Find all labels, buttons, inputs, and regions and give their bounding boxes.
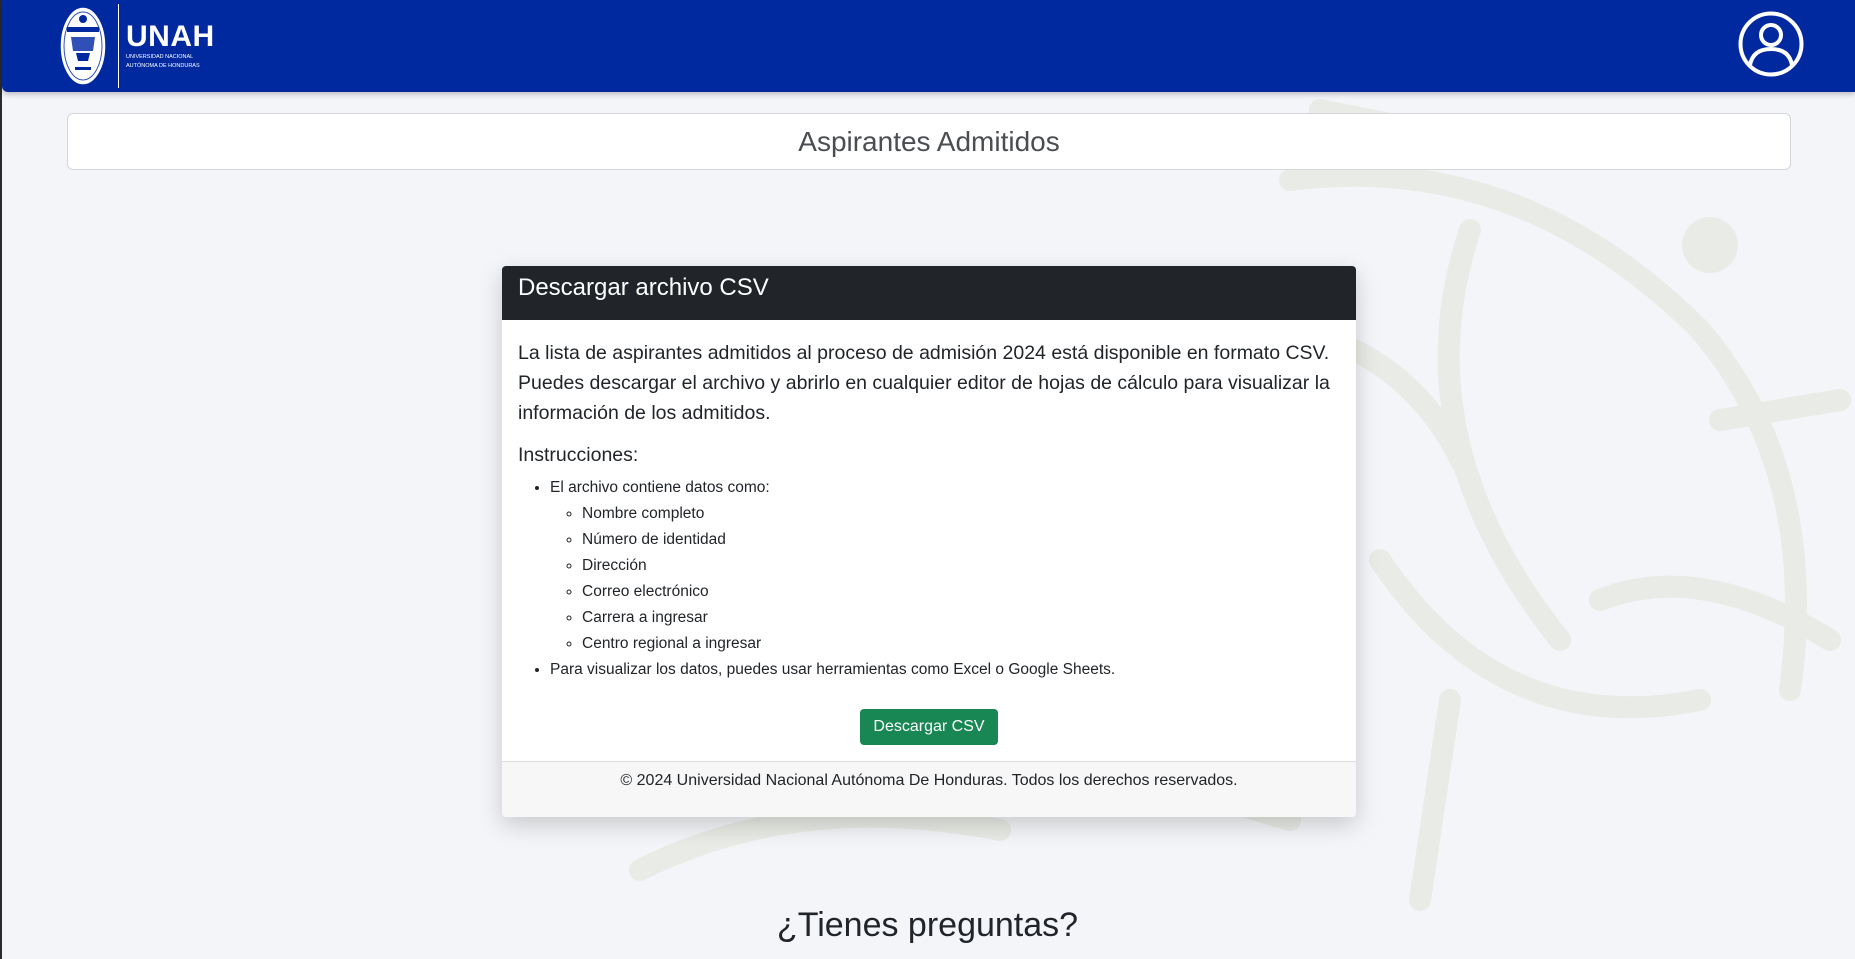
logo-name: UNAH [126, 20, 215, 53]
unah-seal-icon [59, 6, 107, 86]
list-item: Centro regional a ingresar [582, 631, 1340, 657]
download-button-wrap: Descargar CSV [518, 709, 1340, 745]
top-navbar: UNAH Universidad Nacional Autónoma de Ho… [2, 0, 1855, 92]
list-item: Dirección [582, 553, 1340, 579]
logo-subtitle-line1: Universidad Nacional [126, 54, 194, 60]
instructions-item-data-text: El archivo contiene datos como: [550, 479, 770, 496]
instructions-list: El archivo contiene datos como: Nombre c… [518, 475, 1340, 683]
list-item: Carrera a ingresar [582, 605, 1340, 631]
user-circle-icon[interactable] [1737, 10, 1805, 78]
data-fields-list: Nombre completo Número de identidad Dire… [550, 501, 1340, 657]
logo-subtitle-line2: Autónoma de Honduras [126, 63, 200, 69]
page-title-card: Aspirantes Admitidos [67, 113, 1791, 170]
download-csv-button[interactable]: Descargar CSV [860, 709, 998, 745]
logo-divider [118, 4, 119, 88]
csv-card-header: Descargar archivo CSV [502, 266, 1356, 320]
questions-title: ¿Tienes preguntas? [776, 906, 1079, 944]
unah-logo[interactable]: UNAH Universidad Nacional Autónoma de Ho… [58, 4, 215, 88]
instructions-item-tools: Para visualizar los datos, puedes usar h… [550, 657, 1340, 683]
csv-description: La lista de aspirantes admitidos al proc… [518, 342, 1330, 424]
csv-download-card: Descargar archivo CSV La lista de aspira… [502, 266, 1356, 817]
instructions-title: Instrucciones: [518, 444, 639, 466]
list-item: Número de identidad [582, 527, 1340, 553]
list-item: Nombre completo [582, 501, 1340, 527]
instructions-item-data: El archivo contiene datos como: Nombre c… [550, 475, 1340, 657]
page-title: Aspirantes Admitidos [798, 125, 1060, 157]
csv-card-body: La lista de aspirantes admitidos al proc… [502, 320, 1356, 745]
csv-card-footer: © 2024 Universidad Nacional Autónoma De … [502, 761, 1356, 817]
list-item: Correo electrónico [582, 579, 1340, 605]
logo-text: UNAH Universidad Nacional Autónoma de Ho… [126, 22, 215, 70]
window-left-edge [0, 0, 2, 959]
